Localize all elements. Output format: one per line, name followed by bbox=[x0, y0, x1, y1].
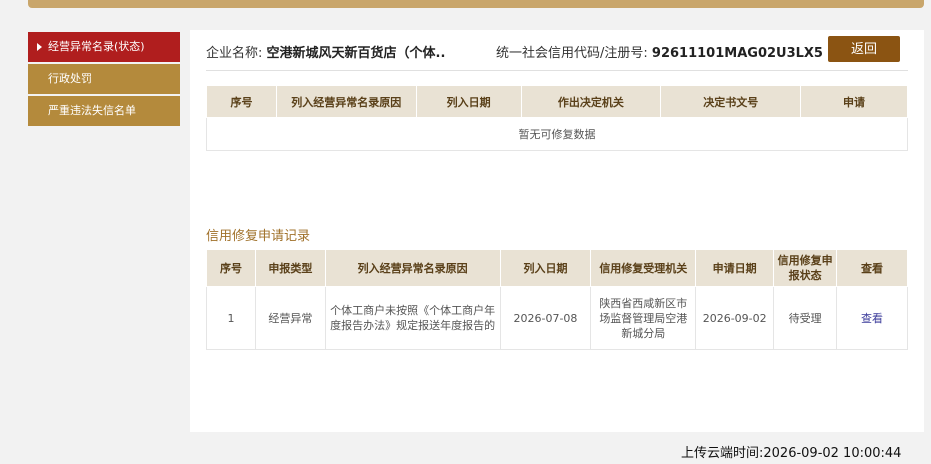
cell-apply-date: 2026-09-02 bbox=[695, 286, 775, 350]
column-header: 列入经营异常名录原因 bbox=[324, 249, 501, 287]
back-button[interactable]: 返回 bbox=[828, 36, 900, 62]
column-header: 申请日期 bbox=[695, 249, 775, 287]
company-name: 企业名称: 空港新城风天新百货店（个体.. bbox=[206, 42, 445, 61]
upload-time: 上传云端时间:2026-09-02 10:00:44 bbox=[681, 446, 902, 461]
abnormal-list-table: 序号 列入经营异常名录原因 列入日期 作出决定机关 决定书文号 申请 暂无可修复… bbox=[206, 85, 908, 151]
section-title: 信用修复申请记录 bbox=[206, 229, 311, 244]
cell-authority: 陕西省西咸新区市场监督管理局空港新城分局 bbox=[590, 286, 697, 350]
cell-view: 查看 bbox=[836, 286, 908, 350]
table-header-row: 序号 申报类型 列入经营异常名录原因 列入日期 信用修复受理机关 申请日期 信用… bbox=[206, 249, 908, 287]
column-header: 决定书文号 bbox=[660, 85, 802, 118]
column-header: 申请 bbox=[800, 85, 908, 118]
column-header: 查看 bbox=[836, 249, 908, 287]
column-header: 申报类型 bbox=[254, 249, 326, 287]
sidebar-item-serious-violation-list[interactable]: 严重违法失信名单 bbox=[28, 96, 180, 126]
column-header: 信用修复受理机关 bbox=[590, 249, 697, 287]
sidebar-item-abnormal-list[interactable]: 经营异常名录(状态) bbox=[28, 32, 180, 62]
table-header-row: 序号 列入经营异常名录原因 列入日期 作出决定机关 决定书文号 申请 bbox=[206, 85, 908, 118]
empty-message: 暂无可修复数据 bbox=[206, 117, 908, 151]
column-header: 列入日期 bbox=[499, 249, 592, 287]
table-row: 暂无可修复数据 bbox=[206, 117, 908, 151]
cell-reason: 个体工商户未按照《个体工商户年度报告办法》规定报送年度报告的 bbox=[324, 286, 501, 350]
sidebar: 经营异常名录(状态) 行政处罚 严重违法失信名单 bbox=[28, 32, 180, 128]
cell-index: 1 bbox=[206, 286, 256, 350]
column-header: 序号 bbox=[206, 249, 256, 287]
company-header: 企业名称: 空港新城风天新百货店（个体.. 统一社会信用代码/注册号: 9261… bbox=[206, 36, 906, 64]
company-name-value: 空港新城风天新百货店（个体.. bbox=[266, 46, 446, 61]
column-header: 作出决定机关 bbox=[520, 85, 662, 118]
column-header: 序号 bbox=[206, 85, 277, 118]
cell-type: 经营异常 bbox=[254, 286, 326, 350]
credit-code-value: 92611101MAG02U3LX5 bbox=[651, 46, 823, 61]
table-row: 1 经营异常 个体工商户未按照《个体工商户年度报告办法》规定报送年度报告的 20… bbox=[206, 286, 908, 350]
cell-date: 2026-07-08 bbox=[499, 286, 592, 350]
credit-code-label: 统一社会信用代码/注册号: bbox=[496, 46, 648, 61]
sidebar-item-administrative-penalty[interactable]: 行政处罚 bbox=[28, 64, 180, 94]
company-name-label: 企业名称: bbox=[206, 46, 263, 61]
column-header: 列入日期 bbox=[415, 85, 522, 118]
top-banner-strip bbox=[28, 0, 924, 8]
header-divider bbox=[206, 70, 908, 71]
column-header: 信用修复申报状态 bbox=[773, 249, 838, 287]
credit-repair-table: 序号 申报类型 列入经营异常名录原因 列入日期 信用修复受理机关 申请日期 信用… bbox=[206, 249, 908, 350]
column-header: 列入经营异常名录原因 bbox=[275, 85, 417, 118]
view-link[interactable]: 查看 bbox=[861, 312, 883, 325]
cell-status: 待受理 bbox=[773, 286, 838, 350]
main-panel: 企业名称: 空港新城风天新百货店（个体.. 统一社会信用代码/注册号: 9261… bbox=[190, 30, 924, 432]
credit-code: 统一社会信用代码/注册号: 92611101MAG02U3LX5 bbox=[496, 42, 823, 61]
